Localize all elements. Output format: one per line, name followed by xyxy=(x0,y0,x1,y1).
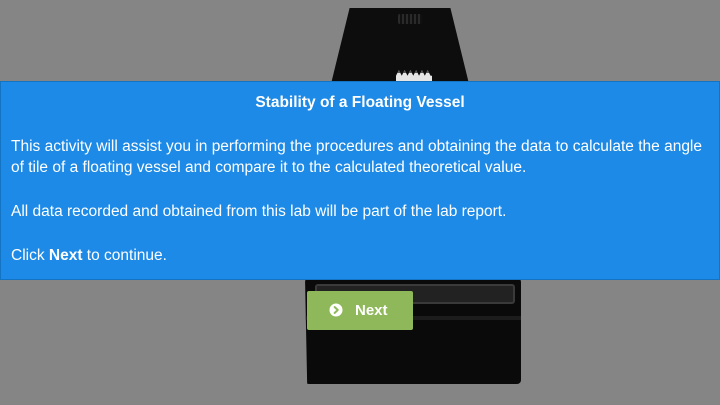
instruction-next-keyword: Next xyxy=(48,247,83,264)
dialog-title: Stability of a Floating Vessel xyxy=(255,94,465,111)
dialog-paragraph-report: All data recorded and obtained from this… xyxy=(11,203,507,220)
dialog-paragraph-instruction: Click Next to continue. xyxy=(11,245,711,266)
floating-vessel-mast-image xyxy=(330,8,470,88)
instruction-prefix: Click xyxy=(11,247,49,264)
instruction-suffix: to continue. xyxy=(82,247,167,264)
next-button-label: Next xyxy=(355,302,388,319)
mast-slot xyxy=(398,14,422,24)
next-button[interactable]: Next xyxy=(307,291,413,330)
dialog-paragraph-intro: This activity will assist you in perform… xyxy=(11,138,702,176)
arrow-right-circle-icon xyxy=(329,303,343,317)
intro-dialog: Stability of a Floating Vessel This acti… xyxy=(0,81,720,280)
